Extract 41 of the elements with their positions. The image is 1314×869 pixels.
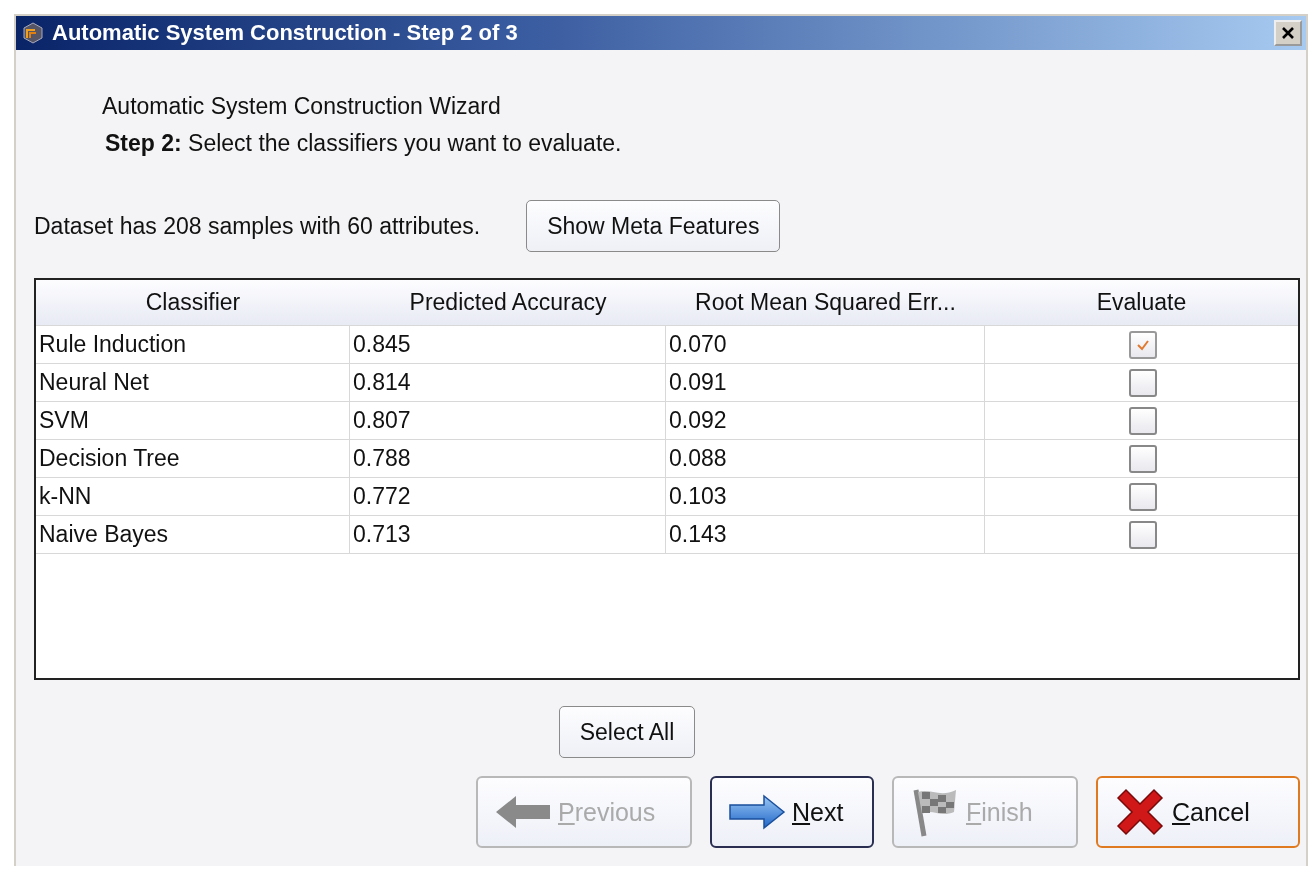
table-cell: Neural Net	[36, 364, 350, 401]
cancel-button[interactable]: Cancel	[1096, 776, 1300, 848]
table-cell: Rule Induction	[36, 326, 350, 363]
table-cell: 0.092	[666, 402, 985, 439]
close-icon	[1281, 26, 1295, 40]
column-header[interactable]: Root Mean Squared Err...	[666, 280, 985, 325]
table-cell: 0.713	[350, 516, 666, 553]
table-cell: 0.807	[350, 402, 666, 439]
table-cell: 0.103	[666, 478, 985, 515]
checkbox[interactable]	[1129, 406, 1157, 435]
column-header[interactable]: Classifier	[36, 280, 350, 325]
table-cell: 0.814	[350, 364, 666, 401]
x-icon	[1114, 786, 1166, 838]
checkbox[interactable]	[1129, 330, 1157, 359]
table-cell: 0.788	[350, 440, 666, 477]
table-cell: 0.845	[350, 326, 666, 363]
checkbox[interactable]	[1129, 444, 1157, 473]
checkbox[interactable]	[1129, 368, 1157, 397]
close-button[interactable]	[1274, 20, 1302, 46]
cube-logo-icon	[22, 22, 44, 44]
table-cell: Naive Bayes	[36, 516, 350, 553]
step-instruction: Step 2: Select the classifiers you want to evaluate.	[104, 129, 623, 158]
column-header[interactable]: Predicted Accuracy	[350, 280, 666, 325]
dataset-info: Dataset has 208 samples with 60 attributes.	[34, 212, 481, 240]
table-cell: Decision Tree	[36, 440, 350, 477]
table-cell: 0.772	[350, 478, 666, 515]
checkbox[interactable]	[1129, 482, 1157, 511]
next-button[interactable]: Next	[710, 776, 874, 848]
table-cell: SVM	[36, 402, 350, 439]
table-cell: 0.143	[666, 516, 985, 553]
checkbox[interactable]	[1129, 520, 1157, 549]
table-cell: k-NN	[36, 478, 350, 515]
table-cell: 0.070	[666, 326, 985, 363]
window-title: Automatic System Construction - Step 2 of 3	[52, 20, 518, 46]
wizard-title: Automatic System Construction Wizard	[102, 92, 502, 121]
table-cell: 0.091	[666, 364, 985, 401]
select-all-button[interactable]: Select All	[558, 706, 696, 758]
column-header[interactable]: Evaluate	[985, 280, 1298, 325]
show-meta-features-button[interactable]: Show Meta Features	[526, 200, 781, 252]
table-cell: 0.088	[666, 440, 985, 477]
right-arrow-icon	[728, 792, 786, 832]
